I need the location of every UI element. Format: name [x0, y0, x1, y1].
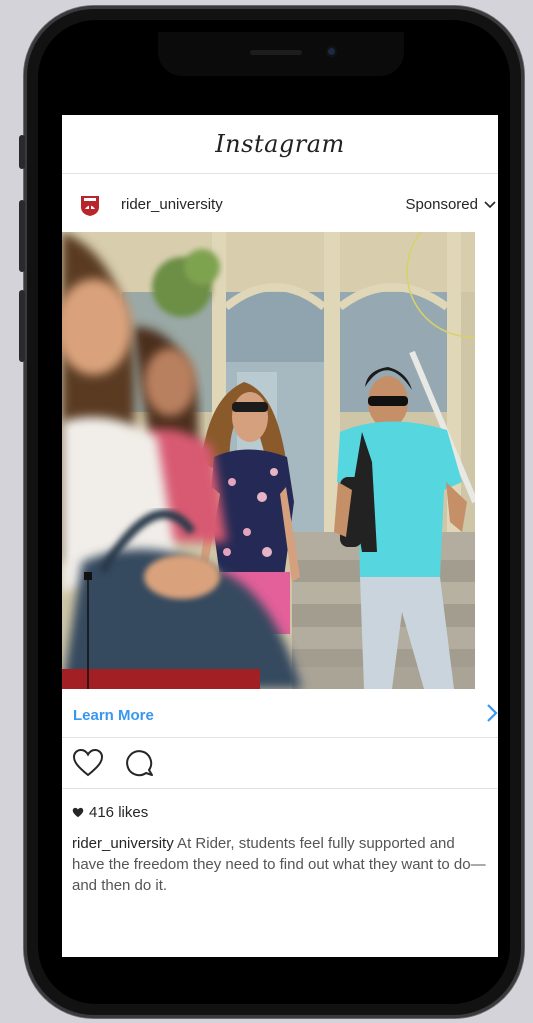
heart-icon[interactable]	[72, 748, 104, 777]
caption-username[interactable]: rider_university	[72, 835, 174, 852]
chevron-down-icon	[484, 200, 496, 208]
phone-notch	[158, 32, 404, 76]
post-username[interactable]: rider_university	[121, 196, 223, 213]
learn-more-row[interactable]: Learn More	[62, 689, 498, 738]
speaker-grille	[250, 50, 302, 55]
mute-switch	[19, 135, 25, 169]
rider-logo-icon[interactable]	[80, 195, 100, 217]
instagram-screen: Instagram rider_university Sponsored Lea…	[62, 115, 498, 957]
post-header: rider_university Sponsored	[62, 174, 498, 232]
sponsored-label: Sponsored	[405, 196, 478, 213]
front-camera	[326, 46, 337, 57]
students-photo-illustration	[62, 232, 475, 689]
heart-filled-icon	[72, 807, 84, 818]
post-photo[interactable]	[62, 232, 475, 689]
instagram-logo: Instagram	[215, 130, 345, 158]
brand-red-bar	[62, 669, 260, 689]
likes-text: 416 likes	[89, 804, 149, 821]
app-header: Instagram	[62, 115, 498, 174]
post-caption: rider_university At Rider, students feel…	[72, 833, 490, 896]
chevron-right-icon[interactable]	[486, 703, 498, 723]
likes-count[interactable]: 416 likes	[72, 804, 148, 821]
sponsored-menu[interactable]: Sponsored	[405, 196, 496, 213]
action-bar	[62, 738, 498, 789]
learn-more-link[interactable]: Learn More	[73, 707, 154, 724]
comment-icon[interactable]	[125, 749, 154, 777]
volume-down-button	[19, 290, 25, 362]
volume-up-button	[19, 200, 25, 272]
